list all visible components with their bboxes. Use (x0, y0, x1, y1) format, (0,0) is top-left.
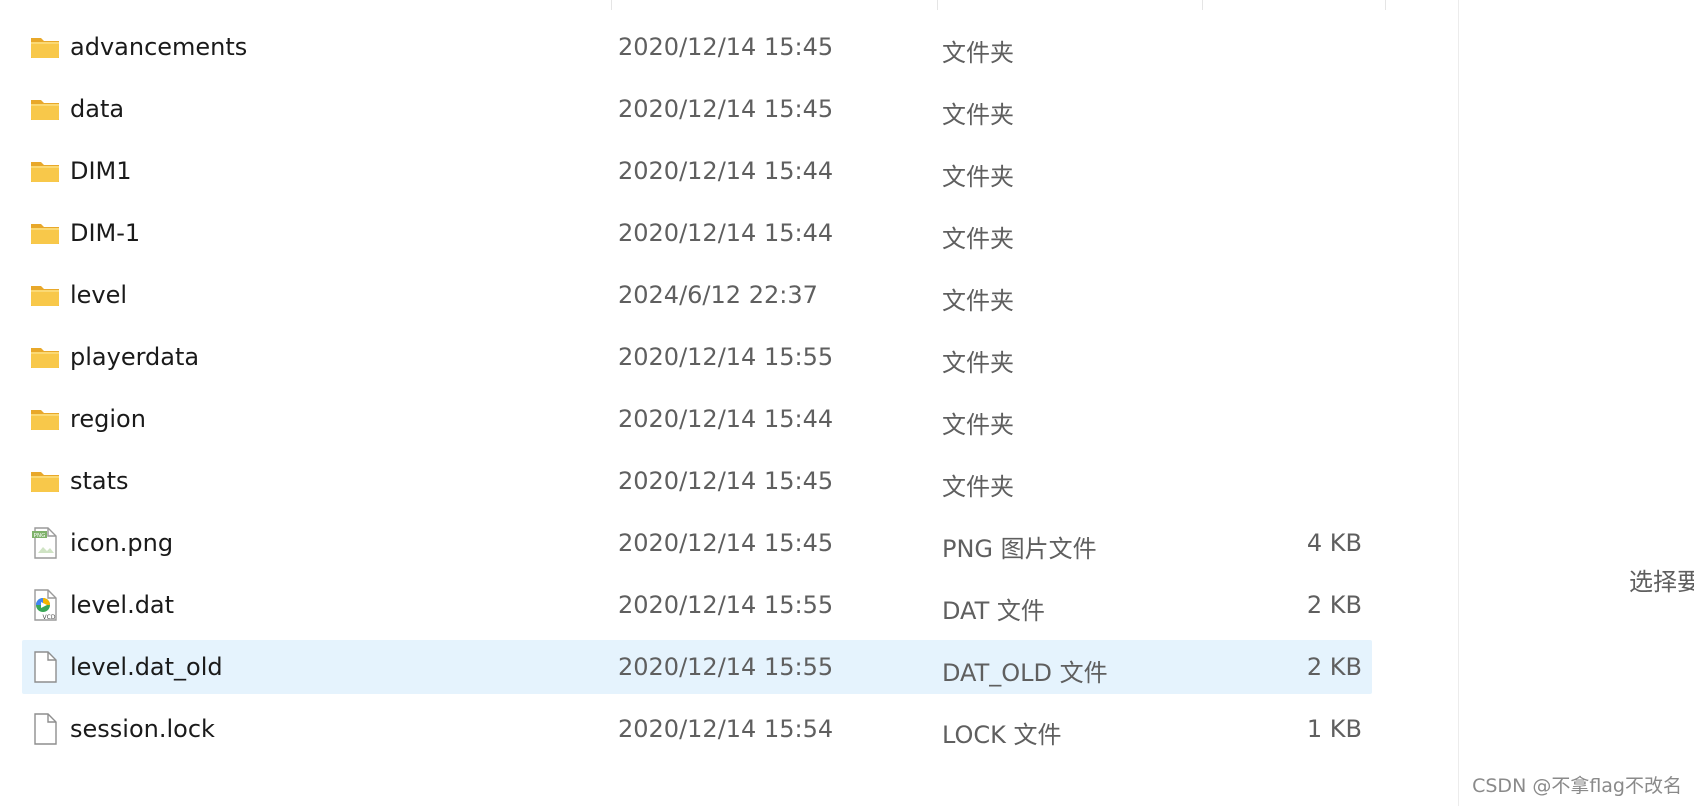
watermark: CSDN @不拿flag不改名 (1472, 775, 1682, 797)
column-separator[interactable] (1385, 0, 1386, 10)
file-name: level (70, 281, 128, 309)
folder-icon (30, 278, 60, 312)
file-list: advancements 2020/12/14 15:45 文件夹 data 2020… (22, 20, 1372, 764)
folder-icon (30, 216, 60, 250)
svg-text:PNG: PNG (34, 533, 46, 539)
blank-file-icon (30, 712, 60, 746)
folder-icon (30, 340, 60, 374)
file-size: 1 KB (1306, 715, 1362, 743)
file-date-modified: 2020/12/14 15:55 (618, 591, 834, 619)
file-name: DIM-1 (70, 219, 141, 247)
file-name: playerdata (70, 343, 200, 371)
file-name: level.dat (70, 591, 175, 619)
file-date-modified: 2020/12/14 15:44 (618, 405, 834, 433)
file-type: 文件夹 (942, 101, 1014, 129)
folder-icon (30, 154, 60, 188)
file-date-modified: 2020/12/14 15:45 (618, 529, 834, 557)
file-row[interactable]: advancements 2020/12/14 15:45 文件夹 (22, 20, 1372, 74)
file-type: DAT 文件 (942, 597, 1045, 625)
file-row[interactable]: region 2020/12/14 15:44 文件夹 (22, 392, 1372, 446)
preview-hint: 选择要 (1629, 568, 1694, 596)
file-date-modified: 2020/12/14 15:44 (618, 157, 834, 185)
file-name: data (70, 95, 125, 123)
folder-icon (30, 30, 60, 64)
file-type: DAT_OLD 文件 (942, 659, 1108, 687)
column-separator[interactable] (937, 0, 938, 10)
file-type: 文件夹 (942, 163, 1014, 191)
file-row[interactable]: level 2024/6/12 22:37 文件夹 (22, 268, 1372, 322)
file-row[interactable]: data 2020/12/14 15:45 文件夹 (22, 82, 1372, 136)
file-name: region (70, 405, 146, 433)
file-type: LOCK 文件 (942, 721, 1062, 749)
file-type: 文件夹 (942, 349, 1014, 377)
folder-icon (30, 402, 60, 436)
file-date-modified: 2020/12/14 15:44 (618, 219, 834, 247)
file-name: advancements (70, 33, 248, 61)
file-row[interactable]: playerdata 2020/12/14 15:55 文件夹 (22, 330, 1372, 384)
file-date-modified: 2020/12/14 15:45 (618, 95, 834, 123)
file-name: stats (70, 467, 129, 495)
file-type: 文件夹 (942, 39, 1014, 67)
file-row[interactable]: DIM-1 2020/12/14 15:44 文件夹 (22, 206, 1372, 260)
folder-icon (30, 464, 60, 498)
png-file-icon: PNG (30, 526, 60, 560)
vcd-file-icon: VCD (30, 588, 60, 622)
file-row[interactable]: DIM1 2020/12/14 15:44 文件夹 (22, 144, 1372, 198)
file-explorer-window: advancements 2020/12/14 15:45 文件夹 data 2020… (0, 0, 1694, 806)
file-row[interactable]: VCD level.dat 2020/12/14 15:55 DAT 文件 2 KB (22, 578, 1372, 632)
column-separator[interactable] (1202, 0, 1203, 10)
file-name: icon.png (70, 529, 174, 557)
file-date-modified: 2020/12/14 15:55 (618, 343, 834, 371)
file-type: PNG 图片文件 (942, 535, 1097, 563)
file-type: 文件夹 (942, 473, 1014, 501)
file-size: 2 KB (1306, 653, 1362, 681)
file-name: level.dat_old (70, 653, 223, 681)
file-date-modified: 2020/12/14 15:45 (618, 33, 834, 61)
details-pane: 选择要 (1458, 0, 1694, 806)
file-row[interactable]: session.lock 2020/12/14 15:54 LOCK 文件 1 KB (22, 702, 1372, 756)
file-type: 文件夹 (942, 287, 1014, 315)
blank-file-icon (30, 650, 60, 684)
svg-text:VCD: VCD (43, 614, 56, 621)
column-separator[interactable] (611, 0, 612, 10)
file-size: 2 KB (1306, 591, 1362, 619)
file-date-modified: 2020/12/14 15:54 (618, 715, 834, 743)
file-date-modified: 2020/12/14 15:55 (618, 653, 834, 681)
file-row[interactable]: PNG icon.png 2020/12/14 15:45 PNG 图片文件 4 KB (22, 516, 1372, 570)
file-type: 文件夹 (942, 411, 1014, 439)
file-date-modified: 2024/6/12 22:37 (618, 281, 818, 309)
file-name: session.lock (70, 715, 215, 743)
file-name: DIM1 (70, 157, 132, 185)
file-row[interactable]: level.dat_old 2020/12/14 15:55 DAT_OLD 文件 2… (22, 640, 1372, 694)
file-date-modified: 2020/12/14 15:45 (618, 467, 834, 495)
file-size: 4 KB (1306, 529, 1362, 557)
file-row[interactable]: stats 2020/12/14 15:45 文件夹 (22, 454, 1372, 508)
file-type: 文件夹 (942, 225, 1014, 253)
folder-icon (30, 92, 60, 126)
